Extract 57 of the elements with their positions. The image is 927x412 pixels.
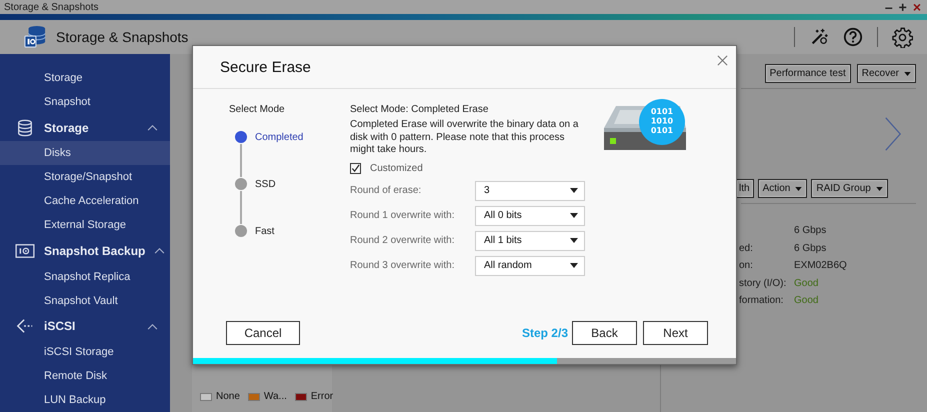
detail-label: on: — [739, 260, 754, 272]
checkbox-label: Customized — [370, 162, 423, 174]
sidebar-item[interactable]: Remote Disk — [0, 364, 170, 388]
sidebar-section[interactable]: Snapshot Backup — [0, 237, 170, 265]
detail-value: 6 Gbps — [794, 225, 826, 236]
sidebar-item[interactable]: Disks — [0, 141, 170, 166]
dropdown-field[interactable]: 3 — [475, 180, 585, 200]
detail-value: Good — [794, 278, 818, 289]
next-button[interactable]: Next — [643, 321, 708, 345]
detail-value: 6 Gbps — [794, 242, 826, 254]
legend-label: Error — [310, 391, 334, 402]
sidebar-item[interactable]: External Storage — [0, 213, 170, 238]
dropdown-field[interactable]: All 0 bits — [475, 206, 585, 226]
field-label: Round of erase: — [350, 185, 422, 196]
description-text: Completed Erase will overwrite the binary data on a disk with 0 pattern. Please note that this process might take hours. — [350, 119, 580, 156]
field-label: Round 1 overwrite with: — [350, 210, 454, 221]
dropdown-button[interactable]: RAID Group — [811, 179, 888, 198]
cancel-button[interactable]: Cancel — [226, 321, 300, 345]
toolbar-button[interactable]: lth — [736, 179, 754, 198]
legend-label: None — [216, 391, 240, 402]
mode-option[interactable]: SSD — [255, 178, 276, 190]
section-heading: Select Mode: Completed Erase — [350, 104, 490, 115]
step-indicator: Step 2/3 — [522, 326, 568, 340]
sidebar-item[interactable]: Storage/Snapshot — [0, 165, 170, 190]
dropdown-button[interactable]: Recover — [856, 64, 916, 83]
dropdown-field[interactable]: All random — [475, 256, 585, 276]
dropdown-button[interactable]: Action — [758, 179, 808, 198]
detail-label: story (I/O): — [739, 278, 788, 289]
maximize-button[interactable]: + — [898, 1, 907, 13]
sidebar-section[interactable]: Storage — [0, 114, 170, 142]
dropdown-field[interactable]: All 1 bits — [475, 230, 585, 250]
back-button[interactable]: Back — [572, 321, 637, 345]
sidebar-section[interactable]: iSCSI — [0, 312, 170, 340]
window-title: Storage & Snapshots — [4, 2, 99, 12]
app-title: Storage & Snapshots — [56, 29, 188, 45]
minimize-button[interactable]: – — [884, 1, 893, 13]
detail-label: ed: — [739, 242, 754, 254]
sidebar-item[interactable]: Snapshot Replica — [0, 264, 170, 289]
dialog-title: Secure Erase — [220, 58, 311, 76]
detail-value: Good — [794, 295, 818, 306]
sidebar-item[interactable]: Snapshot Vault — [0, 288, 170, 313]
sidebar-item[interactable]: LUN Backup — [0, 388, 170, 412]
mode-option[interactable]: Completed — [255, 132, 304, 142]
field-label: Round 2 overwrite with: — [350, 235, 454, 246]
disk-erase-drawing: 0101 1010 0101 — [602, 98, 694, 178]
field-label: Round 3 overwrite with: — [350, 260, 454, 271]
sidebar-item[interactable]: Cache Acceleration — [0, 189, 170, 214]
section-label: Select Mode — [229, 104, 286, 115]
sidebar-item[interactable]: iSCSI Storage — [0, 340, 170, 364]
sidebar-item[interactable]: Snapshot — [0, 90, 170, 114]
close-button[interactable]: × — [912, 1, 921, 13]
toolbar-button[interactable]: Performance test — [764, 64, 851, 83]
legend-label: Wa... — [264, 391, 287, 402]
detail-label: formation: — [739, 295, 784, 306]
sidebar-item[interactable]: Storage — [0, 66, 170, 90]
mode-option[interactable]: Fast — [255, 226, 274, 236]
detail-value: EXM02B6Q — [794, 260, 847, 272]
